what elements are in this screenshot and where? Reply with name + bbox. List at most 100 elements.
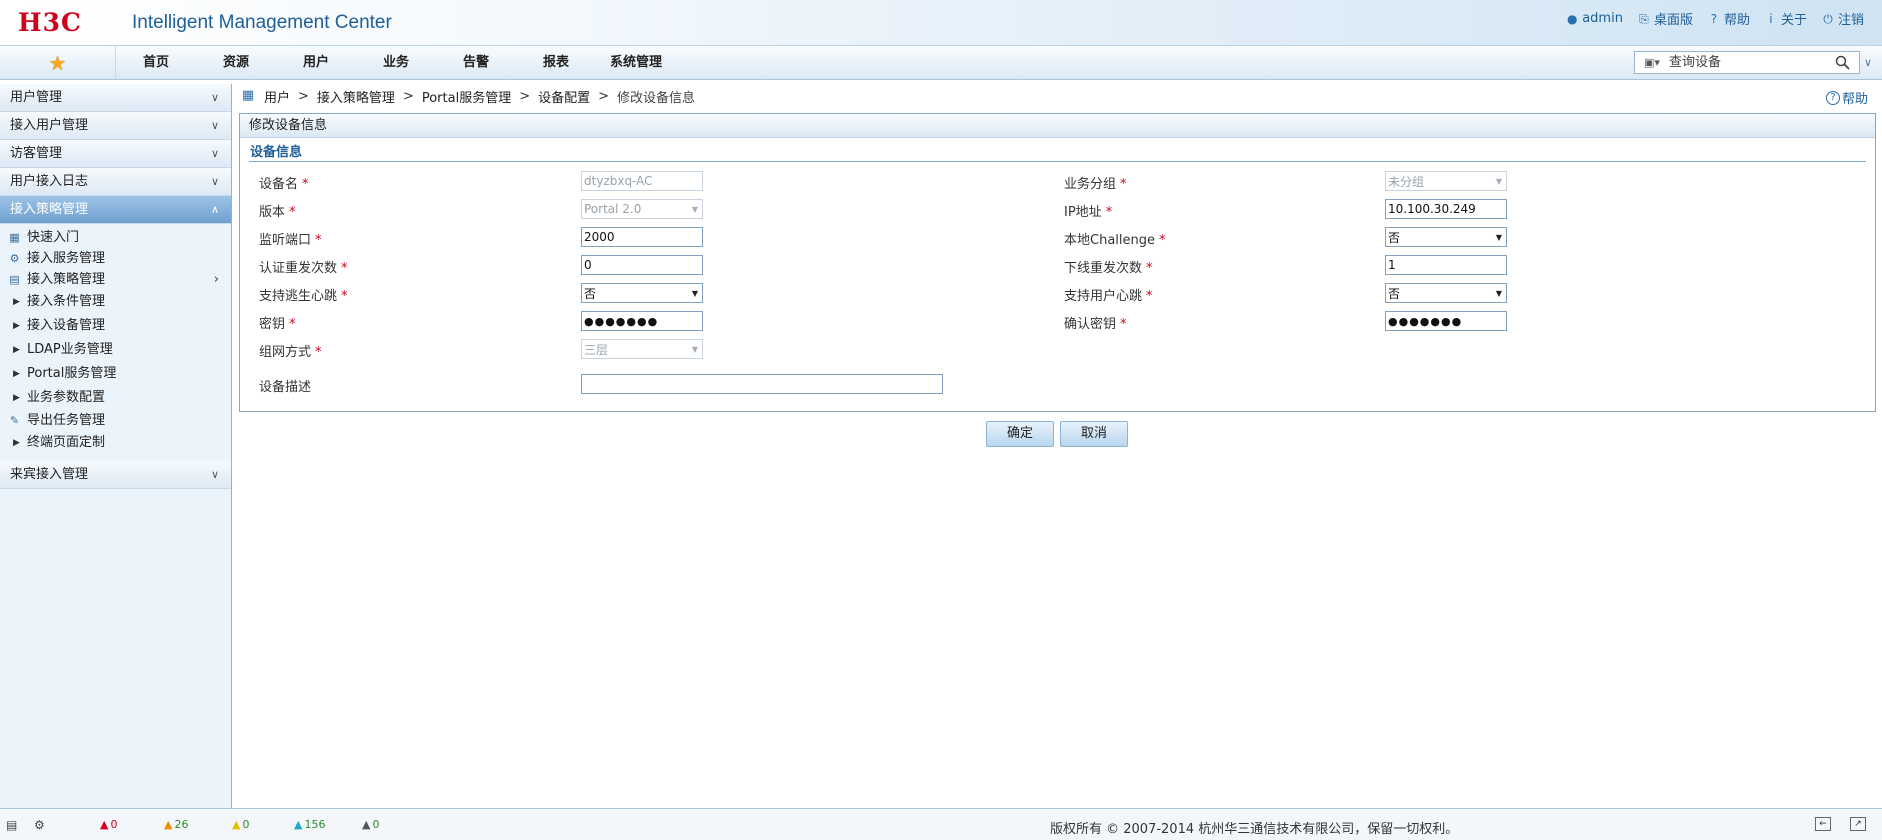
desktop-icon: ⎘ — [1639, 11, 1649, 26]
breadcrumb-user[interactable]: 用户 — [264, 87, 290, 106]
alarm-critical[interactable]: ▲ 0 — [100, 818, 117, 831]
help-icon: ? — [1710, 11, 1718, 26]
caret-right-icon: ▶ — [13, 438, 20, 448]
search-button[interactable] — [1829, 52, 1855, 73]
offline-retry-field[interactable]: 1 — [1385, 255, 1507, 275]
device-name-label: 设备名 * — [259, 177, 309, 192]
search-input[interactable] — [1669, 52, 1829, 73]
sidebar-section-guest[interactable]: 访客管理 ∨ — [0, 140, 231, 168]
logout-label: 注销 — [1837, 13, 1864, 28]
sidebar-section-label: 用户接入日志 — [10, 174, 89, 189]
caret-right-icon: ▶ — [13, 393, 20, 403]
alarm-warning-count: 156 — [304, 818, 326, 831]
alarm-critical-count: 0 — [110, 818, 118, 831]
sidebar-item-access-device[interactable]: ▶ 接入设备管理 — [0, 314, 231, 338]
sidebar-item-access-policy[interactable]: ▤ 接入策略管理 › — [0, 269, 231, 290]
sidebar-section-access-log[interactable]: 用户接入日志 ∨ — [0, 168, 231, 196]
search-type-dropdown[interactable]: ▣▾ — [1635, 52, 1669, 73]
sidebar-section-access-user[interactable]: 接入用户管理 ∨ — [0, 112, 231, 140]
breadcrumb-icon: ▦ — [241, 88, 255, 103]
service-group-select: 未分组 ▼ — [1385, 171, 1507, 191]
dropdown-arrow-icon: ▼ — [1495, 232, 1502, 242]
ip-address-label: IP地址 * — [1064, 205, 1113, 220]
admin-link[interactable]: ● admin — [1565, 9, 1623, 28]
sidebar-item-label: 导出任务管理 — [27, 413, 106, 428]
policy-icon: ▤ — [9, 273, 20, 286]
double-chevron-icon[interactable]: ∨ — [1864, 56, 1872, 69]
confirm-key-field[interactable]: ●●●●●●● — [1385, 311, 1507, 331]
menu-service[interactable]: 业务 — [356, 46, 436, 79]
service-group-label: 业务分组 * — [1064, 177, 1127, 192]
sidebar-item-access-condition[interactable]: ▶ 接入条件管理 — [0, 290, 231, 314]
menu-system[interactable]: 系统管理 — [596, 46, 676, 79]
restore-icon[interactable]: ← — [1815, 817, 1831, 831]
sidebar-item-label: 业务参数配置 — [27, 390, 106, 405]
sidebar-section-access-policy[interactable]: 接入策略管理 ∧ — [0, 196, 231, 224]
info-icon: i — [1769, 11, 1773, 26]
key-label: 密钥 * — [259, 317, 296, 332]
chevron-down-icon: ∨ — [210, 175, 219, 188]
alarm-minor[interactable]: ▲ 0 — [232, 818, 249, 831]
user-heartbeat-label: 支持用户心跳 * — [1064, 289, 1153, 304]
chevron-up-icon: ∧ — [210, 203, 219, 216]
alarm-warning[interactable]: ▲ 156 — [294, 818, 325, 831]
escape-heartbeat-select[interactable]: 否 ▼ — [581, 283, 703, 303]
about-link[interactable]: i 关于 — [1764, 9, 1807, 29]
sidebar-item-quick-start[interactable]: ▦ 快速入门 — [0, 227, 231, 248]
page-help-link[interactable]: ? 帮助 — [1825, 88, 1868, 107]
breadcrumb-portal[interactable]: Portal服务管理 — [422, 87, 511, 106]
sidebar-section-guest-access[interactable]: 来宾接入管理 ∨ — [0, 461, 231, 489]
network-mode-select: 三层 ▼ — [581, 339, 703, 359]
alarm-info[interactable]: ▲ 0 — [362, 818, 379, 831]
menu-alarm[interactable]: 告警 — [436, 46, 516, 79]
page-help-label: 帮助 — [1841, 92, 1868, 107]
logout-link[interactable]: ⏻ 注销 — [1821, 9, 1864, 29]
description-label: 设备描述 — [259, 380, 312, 395]
sidebar-section-label: 接入策略管理 — [10, 202, 89, 217]
sidebar-item-label: LDAP业务管理 — [27, 342, 113, 357]
breadcrumb-device-config[interactable]: 设备配置 — [538, 87, 590, 106]
status-bar: ▤ ⚙ ▲ 0 ▲ 26 ▲ 0 ▲ 156 ▲ 0 版权所有 © 2007-2… — [0, 808, 1882, 840]
user-heartbeat-select[interactable]: 否 ▼ — [1385, 283, 1507, 303]
menu-resource[interactable]: 资源 — [196, 46, 276, 79]
offline-retry-label: 下线重发次数 * — [1064, 261, 1153, 276]
key-field[interactable]: ●●●●●●● — [581, 311, 703, 331]
sidebar-item-label: 快速入门 — [27, 230, 80, 245]
help-link[interactable]: ? 帮助 — [1707, 9, 1750, 29]
chevron-down-icon: ∨ — [210, 119, 219, 132]
sidebar-item-terminal-page[interactable]: ▶ 终端页面定制 — [0, 431, 231, 455]
sidebar-item-portal[interactable]: ▶ Portal服务管理 — [0, 362, 231, 386]
desktop-label: 桌面版 — [1653, 13, 1693, 28]
cancel-button[interactable]: 取消 — [1060, 421, 1128, 447]
main-menu: 首页 资源 用户 业务 告警 报表 系统管理 — [116, 46, 676, 79]
menu-report[interactable]: 报表 — [516, 46, 596, 79]
settings-icon[interactable]: ⚙ — [34, 818, 45, 832]
favorites-button[interactable]: ★ — [0, 46, 116, 79]
auth-retry-field[interactable]: 0 — [581, 255, 703, 275]
sidebar-item-business-param[interactable]: ▶ 业务参数配置 — [0, 386, 231, 410]
app-title: Intelligent Management Center — [132, 12, 392, 33]
fullscreen-icon[interactable]: ↗ — [1850, 817, 1866, 831]
sidebar: 用户管理 ∨ 接入用户管理 ∨ 访客管理 ∨ 用户接入日志 ∨ 接入策略管理 ∧… — [0, 84, 232, 808]
sidebar-item-access-service[interactable]: ⚙ 接入服务管理 — [0, 248, 231, 269]
caret-right-icon: ▶ — [13, 321, 20, 331]
group-title: 设备信息 — [250, 145, 303, 160]
desktop-link[interactable]: ⎘ 桌面版 — [1637, 9, 1693, 29]
menu-user[interactable]: 用户 — [276, 46, 356, 79]
header-links: ● admin ⎘ 桌面版 ? 帮助 i 关于 ⏻ 注销 — [1565, 9, 1864, 28]
ok-button[interactable]: 确定 — [986, 421, 1054, 447]
power-icon: ⏻ — [1823, 11, 1833, 26]
description-field[interactable] — [581, 374, 943, 394]
alarm-major[interactable]: ▲ 26 — [164, 818, 188, 831]
breadcrumb-separator: > — [402, 88, 414, 104]
sidebar-item-export-task[interactable]: ✎ 导出任务管理 — [0, 410, 231, 431]
local-challenge-select[interactable]: 否 ▼ — [1385, 227, 1507, 247]
menu-home[interactable]: 首页 — [116, 46, 196, 79]
monitor-icon[interactable]: ▤ — [6, 818, 17, 832]
breadcrumb-access-policy[interactable]: 接入策略管理 — [317, 87, 395, 106]
sidebar-section-user-mgmt[interactable]: 用户管理 ∨ — [0, 84, 231, 112]
sidebar-item-ldap[interactable]: ▶ LDAP业务管理 — [0, 338, 231, 362]
alarm-major-count: 26 — [174, 818, 189, 831]
listen-port-field[interactable]: 2000 — [581, 227, 703, 247]
ip-address-field[interactable]: 10.100.30.249 — [1385, 199, 1507, 219]
